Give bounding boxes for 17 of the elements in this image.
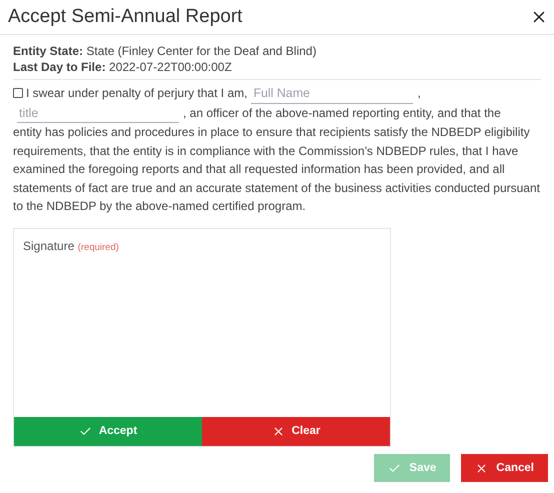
close-icon xyxy=(475,462,488,474)
close-icon xyxy=(272,424,285,438)
accept-button[interactable]: Accept xyxy=(14,416,202,446)
check-icon xyxy=(78,424,92,438)
signature-pad[interactable]: Signature (required) Accept Clear xyxy=(13,228,391,446)
oath-text: I swear under penalty of perjury that I am, xyxy=(26,86,248,100)
clear-button[interactable]: Clear xyxy=(202,416,390,446)
signature-label: Signature (required) xyxy=(23,238,119,252)
comma-text: , xyxy=(417,86,421,100)
detail-text: Entity State: State (Finley Center for the Deaf and Blind) xyxy=(13,43,318,59)
cancel-button[interactable]: Cancel xyxy=(461,454,548,482)
oath-text: entity has policies and procedures in place to ensure that recipients satisfy the NDBEDP eligibility requirements, that the entity is in compliance with the Commission’s NDBEDP rules, that I have examined the foregoing reports and that all requested information has been provided, and all statements of fact are true and an accurate statement of the business activities conducted pursuant to the NDBEDP by the above-named certified program. xyxy=(13,124,541,215)
oath-text: , an officer of the above-named reporting entity, and that the xyxy=(183,106,501,120)
detail-text: Last Day to File: 2022-07-22T00:00:00Z xyxy=(13,59,233,75)
dialog-title: Accept Semi-Annual Report xyxy=(8,6,242,28)
oath-checkbox[interactable] xyxy=(13,88,23,98)
check-icon xyxy=(388,462,402,474)
